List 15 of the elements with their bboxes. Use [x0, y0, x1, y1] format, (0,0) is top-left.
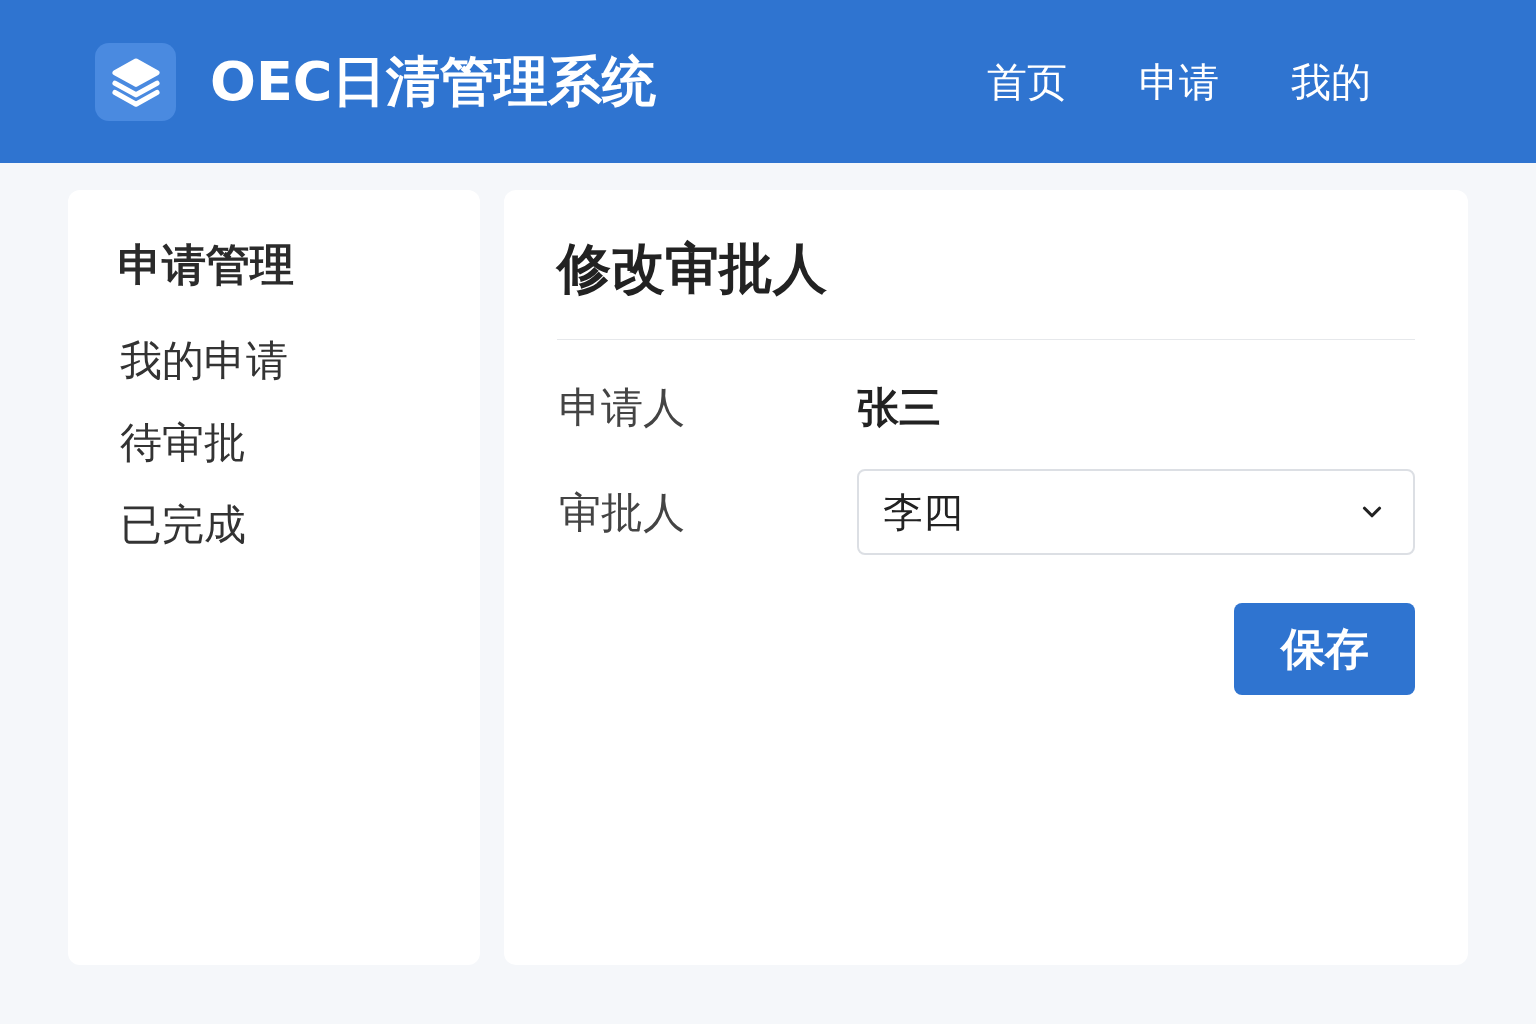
- form-title: 修改审批人: [557, 228, 1415, 340]
- sidebar-item[interactable]: 待审批: [118, 402, 246, 484]
- sidebar-item[interactable]: 我的申请: [118, 320, 288, 402]
- sidebar-title: 申请管理: [118, 238, 295, 292]
- applicant-value: 张三: [857, 382, 941, 434]
- layers-logo-icon: [95, 42, 176, 121]
- app-title: OEC日清管理系统: [210, 49, 657, 115]
- field-label: 申请人: [558, 382, 686, 434]
- field-label: 审批人: [558, 486, 686, 539]
- approver-select[interactable]: 李四: [857, 469, 1415, 555]
- nav-link[interactable]: 我的: [1291, 51, 1371, 112]
- sidebar-item[interactable]: 已完成: [118, 484, 246, 566]
- nav-link[interactable]: 申请: [1139, 51, 1219, 112]
- nav-link[interactable]: 首页: [987, 51, 1067, 112]
- save-button[interactable]: 保存: [1234, 603, 1415, 695]
